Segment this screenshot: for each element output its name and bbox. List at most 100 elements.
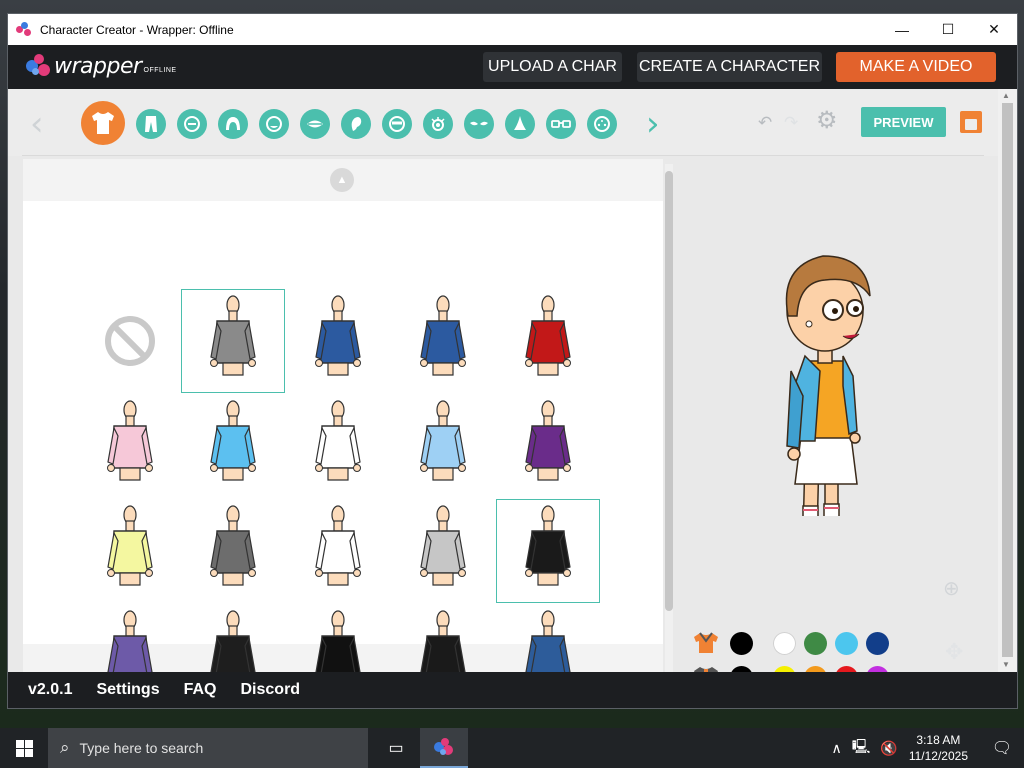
item-grey-vest-tie[interactable]: [181, 499, 285, 603]
item-none[interactable]: [78, 289, 182, 393]
taskbar-search[interactable]: ⌕ Type here to search: [48, 728, 368, 768]
item-blue-hoodie[interactable]: [496, 604, 600, 672]
undo-icon[interactable]: ↶: [758, 113, 776, 132]
search-placeholder: Type here to search: [79, 740, 204, 756]
scrollbar-down-arrow-icon[interactable]: ▼: [1002, 660, 1010, 669]
category-toolbar: ‹ › ↶ ↷ ⚙ PREVIEW: [8, 89, 998, 156]
gear-icon[interactable]: ⚙: [816, 109, 838, 133]
red-tube-top-icon: [525, 295, 571, 376]
category-prev-arrow-icon[interactable]: ‹: [30, 107, 44, 141]
black-red-top-icon: [210, 610, 256, 672]
item-purple-crop-top[interactable]: [78, 604, 182, 672]
black-spiked-crop-top-icon: [525, 505, 571, 586]
clock[interactable]: 3:18 AM 11/12/2025: [909, 732, 968, 764]
app-footer: v2.0.1 Settings FAQ Discord: [8, 672, 1017, 708]
scrollbar-up-arrow-icon[interactable]: ▲: [1002, 91, 1010, 100]
item-yellow-cardigan[interactable]: [78, 499, 182, 603]
network-icon[interactable]: 🖳: [852, 736, 871, 760]
item-purple-jacket[interactable]: [496, 394, 600, 498]
grey-red-sport-top-icon: [420, 505, 466, 586]
create-character-button[interactable]: CREATE A CHARACTER: [637, 52, 822, 82]
maximize-button[interactable]: ☐: [925, 14, 971, 45]
category-lower-body-button[interactable]: [136, 109, 166, 139]
grey-vest-tie-icon: [210, 505, 256, 586]
chevron-up-icon[interactable]: ∧: [831, 740, 841, 757]
upper-color-swatch-3[interactable]: [835, 631, 858, 655]
category-mouth-button[interactable]: [300, 109, 330, 139]
item-white-shirt-tie[interactable]: [286, 499, 390, 603]
purple-crop-top-icon: [107, 610, 153, 672]
window-title: Character Creator - Wrapper: Offline: [40, 22, 234, 37]
parts-grid: ▲ ▼: [23, 159, 663, 672]
no-item-icon: [105, 316, 155, 366]
redo-icon[interactable]: ↷: [784, 113, 802, 132]
shirt-part-icon: [694, 632, 718, 653]
item-black-pink-corset[interactable]: [391, 604, 495, 672]
item-blue-halter[interactable]: [391, 289, 495, 393]
logo-wordmark: wrapper: [54, 54, 142, 79]
discord-link[interactable]: Discord: [241, 681, 301, 699]
notifications-icon[interactable]: 🗨: [980, 738, 1024, 758]
item-black-halter-dress[interactable]: [286, 604, 390, 672]
lips-icon: [307, 120, 323, 128]
save-icon[interactable]: [960, 111, 982, 133]
white-nurse-shirt-icon: [315, 400, 361, 481]
window-scrollbar-thumb[interactable]: [1002, 103, 1013, 657]
item-pink-nurse-shirt[interactable]: [78, 394, 182, 498]
item-black-spiked-crop-top[interactable]: [496, 499, 600, 603]
category-upper-body-button[interactable]: [81, 101, 125, 145]
start-button[interactable]: [0, 728, 48, 768]
black-halter-dress-icon: [315, 610, 361, 672]
search-icon: ⌕: [60, 738, 70, 757]
preview-button[interactable]: PREVIEW: [861, 107, 946, 137]
category-glasses-button[interactable]: [546, 109, 576, 139]
scroll-up-icon[interactable]: ▲: [330, 168, 354, 192]
minimize-button[interactable]: —: [879, 14, 925, 45]
grey-blazer-top-icon: [210, 295, 256, 376]
wrapper-logo[interactable]: wrapper OFFLINE: [24, 50, 177, 80]
item-light-blue-shirt[interactable]: [391, 394, 495, 498]
pants-icon: [145, 116, 157, 132]
category-facial-marks-button[interactable]: [587, 109, 617, 139]
category-eye-button[interactable]: [423, 109, 453, 139]
category-eyebrow-button[interactable]: [382, 109, 412, 139]
item-white-nurse-shirt[interactable]: [286, 394, 390, 498]
task-view-icon[interactable]: ▭: [372, 728, 420, 768]
parts-scrollbar-thumb[interactable]: [665, 171, 673, 611]
close-button[interactable]: ✕: [971, 14, 1017, 45]
blue-tank-icon: [315, 295, 361, 376]
category-head-button[interactable]: [259, 109, 289, 139]
upper-color-swatch-4[interactable]: [866, 631, 889, 655]
purple-jacket-icon: [525, 400, 571, 481]
upper-color-swatch-1[interactable]: [773, 631, 796, 655]
item-red-tube-top[interactable]: [496, 289, 600, 393]
category-face-shape-button[interactable]: [177, 109, 207, 139]
light-blue-shirt-icon: [420, 400, 466, 481]
upload-char-button[interactable]: UPLOAD A CHAR: [483, 52, 622, 82]
item-black-red-top[interactable]: [181, 604, 285, 672]
category-ear-button[interactable]: [341, 109, 371, 139]
yellow-cardigan-icon: [107, 505, 153, 586]
category-next-arrow-icon[interactable]: ›: [646, 107, 660, 141]
app-icon: [16, 21, 32, 38]
item-grey-blazer-top[interactable]: [181, 289, 285, 393]
category-hair-button[interactable]: [218, 109, 248, 139]
volume-muted-icon[interactable]: 🔇: [880, 740, 897, 757]
settings-link[interactable]: Settings: [96, 681, 159, 699]
item-blue-tank[interactable]: [286, 289, 390, 393]
category-eyes-button[interactable]: [464, 109, 494, 139]
zoom-icon[interactable]: ⊕: [943, 576, 960, 601]
taskbar-wrapper-app[interactable]: [420, 728, 468, 768]
upper-color-swatch-2[interactable]: [804, 631, 827, 655]
upper-color-swatch-0[interactable]: [730, 631, 762, 655]
faq-link[interactable]: FAQ: [184, 681, 217, 699]
make-video-button[interactable]: MAKE A VIDEO: [836, 52, 996, 82]
item-light-blue-tee[interactable]: [181, 394, 285, 498]
pink-nurse-shirt-icon: [107, 400, 153, 481]
move-icon[interactable]: ✥: [945, 639, 963, 665]
wrapper-app-icon: [434, 738, 453, 755]
item-grey-red-sport-top[interactable]: [391, 499, 495, 603]
shirt-icon: [92, 112, 114, 134]
category-nose-button[interactable]: [505, 109, 535, 139]
hair-icon: [226, 117, 240, 130]
